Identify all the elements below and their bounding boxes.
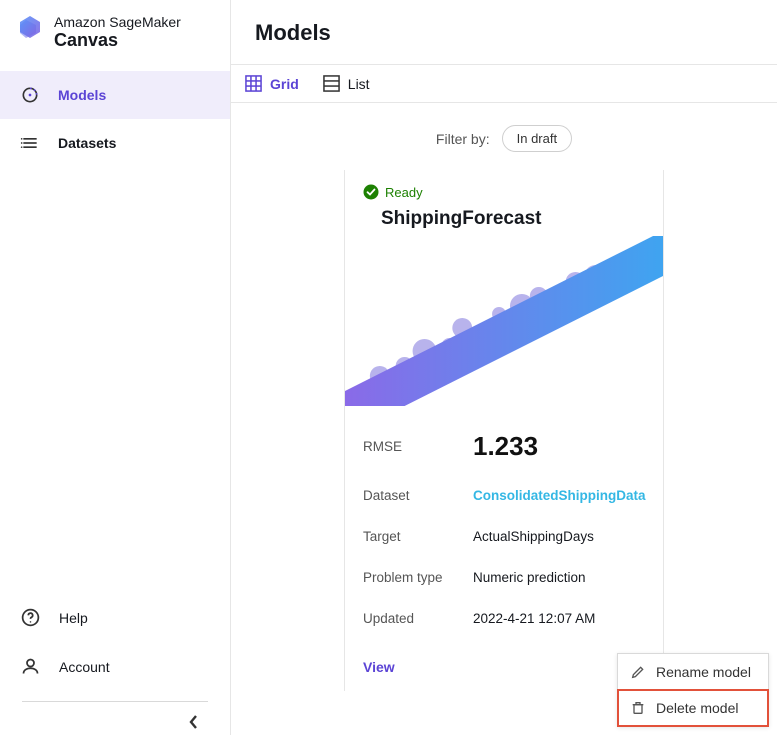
model-meta: RMSE 1.233 Dataset ConsolidatedShippingD… xyxy=(345,412,663,639)
target-label: Target xyxy=(363,529,473,544)
menu-rename-model[interactable]: Rename model xyxy=(618,654,768,690)
problem-type-label: Problem type xyxy=(363,570,473,585)
sagemaker-logo-icon xyxy=(18,14,42,40)
sidebar-item-datasets[interactable]: Datasets xyxy=(0,119,230,167)
list-icon xyxy=(323,75,340,92)
sidebar-item-label: Account xyxy=(59,659,110,675)
menu-label: Rename model xyxy=(656,664,751,680)
account-icon xyxy=(20,656,41,677)
dataset-label: Dataset xyxy=(363,488,473,503)
status-text: Ready xyxy=(385,185,423,200)
sidebar-item-label: Models xyxy=(58,87,106,103)
primary-nav: Models Datasets xyxy=(0,71,230,167)
problem-type-value: Numeric prediction xyxy=(473,570,645,585)
collapse-sidebar-button[interactable] xyxy=(0,702,230,735)
sidebar-item-models[interactable]: Models xyxy=(0,71,230,119)
sidebar-item-label: Help xyxy=(59,610,88,626)
view-model-link[interactable]: View xyxy=(345,639,663,691)
rmse-value: 1.233 xyxy=(473,431,645,462)
main-panel: Models Grid List Filter by: In draft Rea… xyxy=(230,0,777,735)
menu-delete-model[interactable]: Delete model xyxy=(618,690,768,726)
sidebar-item-label: Datasets xyxy=(58,135,116,151)
model-card[interactable]: Ready ShippingForecast xyxy=(344,170,664,691)
target-value: ActualShippingDays xyxy=(473,529,645,544)
help-icon xyxy=(20,607,41,628)
filter-row: Filter by: In draft xyxy=(231,103,777,170)
pencil-icon xyxy=(630,664,646,680)
sidebar: Amazon SageMaker Canvas Models Datasets … xyxy=(0,0,230,735)
sidebar-item-account[interactable]: Account xyxy=(0,642,230,691)
datasets-icon xyxy=(20,133,40,153)
footer-nav: Help Account xyxy=(0,593,230,735)
brand-bottom: Canvas xyxy=(54,30,181,51)
trash-icon xyxy=(630,700,646,716)
view-grid-button[interactable]: Grid xyxy=(245,75,299,92)
menu-label: Delete model xyxy=(656,700,739,716)
view-label: List xyxy=(348,76,370,92)
brand-top: Amazon SageMaker xyxy=(54,14,181,30)
updated-value: 2022-4-21 12:07 AM xyxy=(473,611,645,626)
models-icon xyxy=(20,85,40,105)
grid-icon xyxy=(245,75,262,92)
check-circle-icon xyxy=(363,184,379,200)
filter-pill[interactable]: In draft xyxy=(502,125,572,152)
model-context-menu: Rename model Delete model xyxy=(617,653,769,727)
page-title: Models xyxy=(231,0,777,65)
view-toggle-bar: Grid List xyxy=(231,65,777,103)
view-list-button[interactable]: List xyxy=(323,75,370,92)
model-name: ShippingForecast xyxy=(345,204,663,236)
view-label: Grid xyxy=(270,76,299,92)
filter-label: Filter by: xyxy=(436,131,490,147)
chevron-left-icon xyxy=(188,714,200,730)
updated-label: Updated xyxy=(363,611,473,626)
brand-block: Amazon SageMaker Canvas xyxy=(0,0,230,61)
model-status: Ready xyxy=(345,170,663,204)
rmse-label: RMSE xyxy=(363,439,473,454)
model-preview-chart xyxy=(345,236,663,406)
dataset-link[interactable]: ConsolidatedShippingData xyxy=(473,488,646,503)
sidebar-item-help[interactable]: Help xyxy=(0,593,230,642)
